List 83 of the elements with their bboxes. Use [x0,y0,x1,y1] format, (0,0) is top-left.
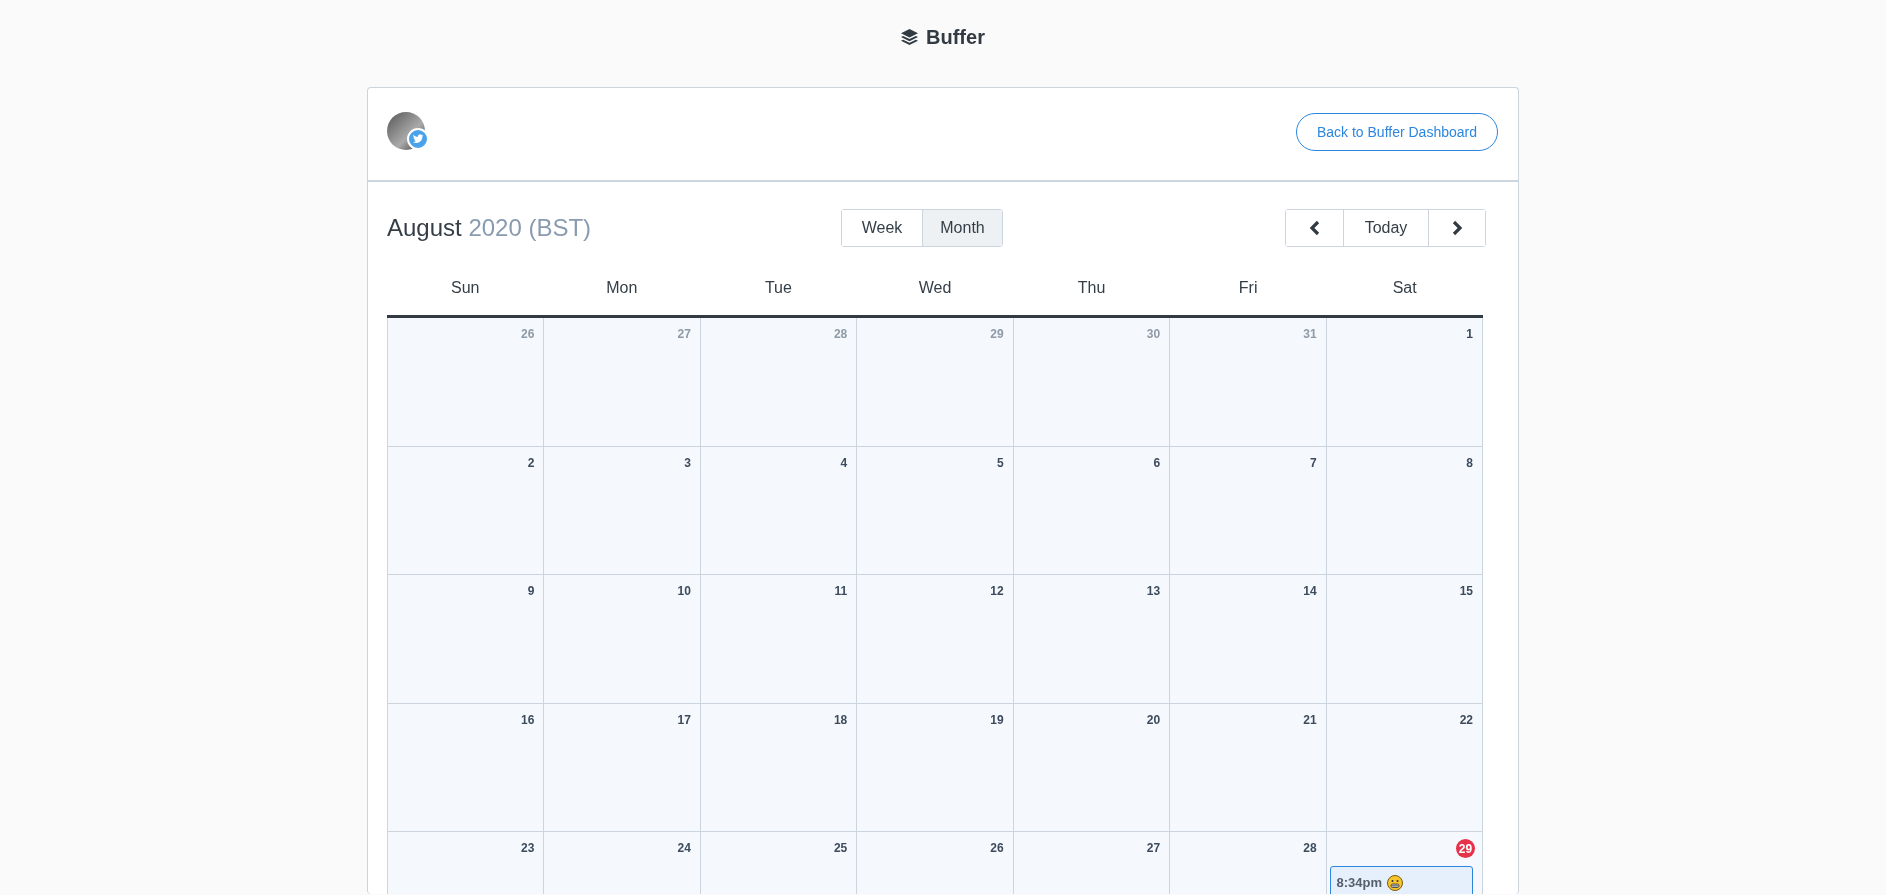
day-cell[interactable]: 11 [700,575,858,704]
day-cell[interactable]: 12 [857,575,1014,704]
day-number: 30 [1146,327,1161,341]
day-number: 8 [1466,455,1473,470]
weekday-header: Wed [917,278,953,298]
day-number: 7 [1309,455,1317,470]
day-cell[interactable]: 4 [700,446,858,575]
day-cell[interactable]: 17 [544,703,701,832]
day-cell[interactable]: 2 [388,446,545,575]
weekday-header: Sat [1391,278,1418,298]
day-cell[interactable]: 14 [1170,575,1327,704]
day-cell[interactable]: 8 [1326,446,1483,575]
post-time: 8:34pm [1336,875,1383,890]
day-number: 5 [997,455,1004,470]
day-number: 27 [1146,841,1161,855]
day-cell[interactable]: 13 [1013,575,1171,704]
day-number: 20 [1146,712,1161,727]
day-number: 11 [834,584,848,598]
day-number: 28 [1303,841,1317,855]
day-cell[interactable]: 16 [388,703,545,832]
next-button[interactable] [1428,210,1485,246]
day-cell[interactable]: 27 [1013,832,1171,894]
day-number: 15 [1459,584,1473,598]
day-number: 12 [990,584,1004,598]
day-number: 23 [521,841,535,855]
weekday-header: Thu [1076,278,1107,298]
layers-icon [901,28,919,46]
day-cell[interactable]: 26 [857,832,1014,894]
day-number: 31 [1303,327,1317,341]
bird-icon [407,128,429,150]
day-cell[interactable]: 5 [857,446,1014,575]
day-cell[interactable]: 15 [1326,575,1483,704]
chevron-left-icon [1308,220,1321,236]
weekday-header: Mon [605,278,639,298]
day-cell[interactable]: 29 8:34pm [1326,832,1483,894]
day-cell[interactable]: 6 [1013,446,1171,575]
day-number: 18 [833,712,848,727]
day-cell[interactable]: 3 [544,446,701,575]
day-number: 26 [521,327,535,341]
day-number: 27 [677,327,691,341]
day-cell[interactable]: 10 [544,575,701,704]
scheduled-post[interactable]: 8:34pm [1329,866,1473,894]
day-number: 17 [677,712,691,727]
day-number: 29 [990,327,1004,341]
grimacing-face-icon [1387,875,1404,891]
day-cell[interactable]: 25 [700,832,858,894]
day-cell[interactable]: 23 [388,832,545,894]
day-cell[interactable]: 1 [1326,318,1483,447]
day-number: 26 [990,841,1004,855]
day-cell[interactable]: 18 [700,703,858,832]
day-number: 22 [1459,712,1473,727]
day-number: 13 [1146,584,1161,598]
day-number: 21 [1303,712,1317,727]
day-number: 19 [990,712,1004,727]
day-number: 1 [1466,327,1473,341]
day-number: 16 [521,712,535,727]
day-number: 10 [677,584,691,598]
view-tab[interactable]: Month [922,210,1002,246]
today-date-badge: 29 [1456,839,1475,858]
day-number: 28 [833,327,848,341]
day-number: 4 [840,455,848,470]
day-cell[interactable]: 19 [857,703,1014,832]
weekday-header: Tue [763,278,793,298]
day-cell[interactable]: 7 [1170,446,1327,575]
day-cell[interactable]: 21 [1170,703,1327,832]
day-number: 9 [527,584,535,598]
day-cell[interactable]: 20 [1013,703,1171,832]
day-number: 14 [1303,584,1317,598]
day-cell[interactable]: 22 [1326,703,1483,832]
day-number: 3 [684,455,691,470]
day-cell[interactable]: 28 [1170,832,1327,894]
day-number: 24 [677,841,691,855]
day-number: 25 [833,841,848,855]
brand-name: Buffer [926,25,985,49]
day-number: 6 [1153,455,1161,470]
day-cell[interactable]: 9 [388,575,545,704]
back-to-dashboard-button[interactable]: Back to Buffer Dashboard [1295,113,1498,151]
weekday-header: Fri [1237,278,1259,298]
day-cell[interactable]: 24 [544,832,701,894]
chevron-right-icon [1451,220,1463,236]
weekday-header: Sun [450,278,481,298]
day-number: 2 [527,455,535,470]
month-title: August 2020 (BST) [387,214,593,242]
